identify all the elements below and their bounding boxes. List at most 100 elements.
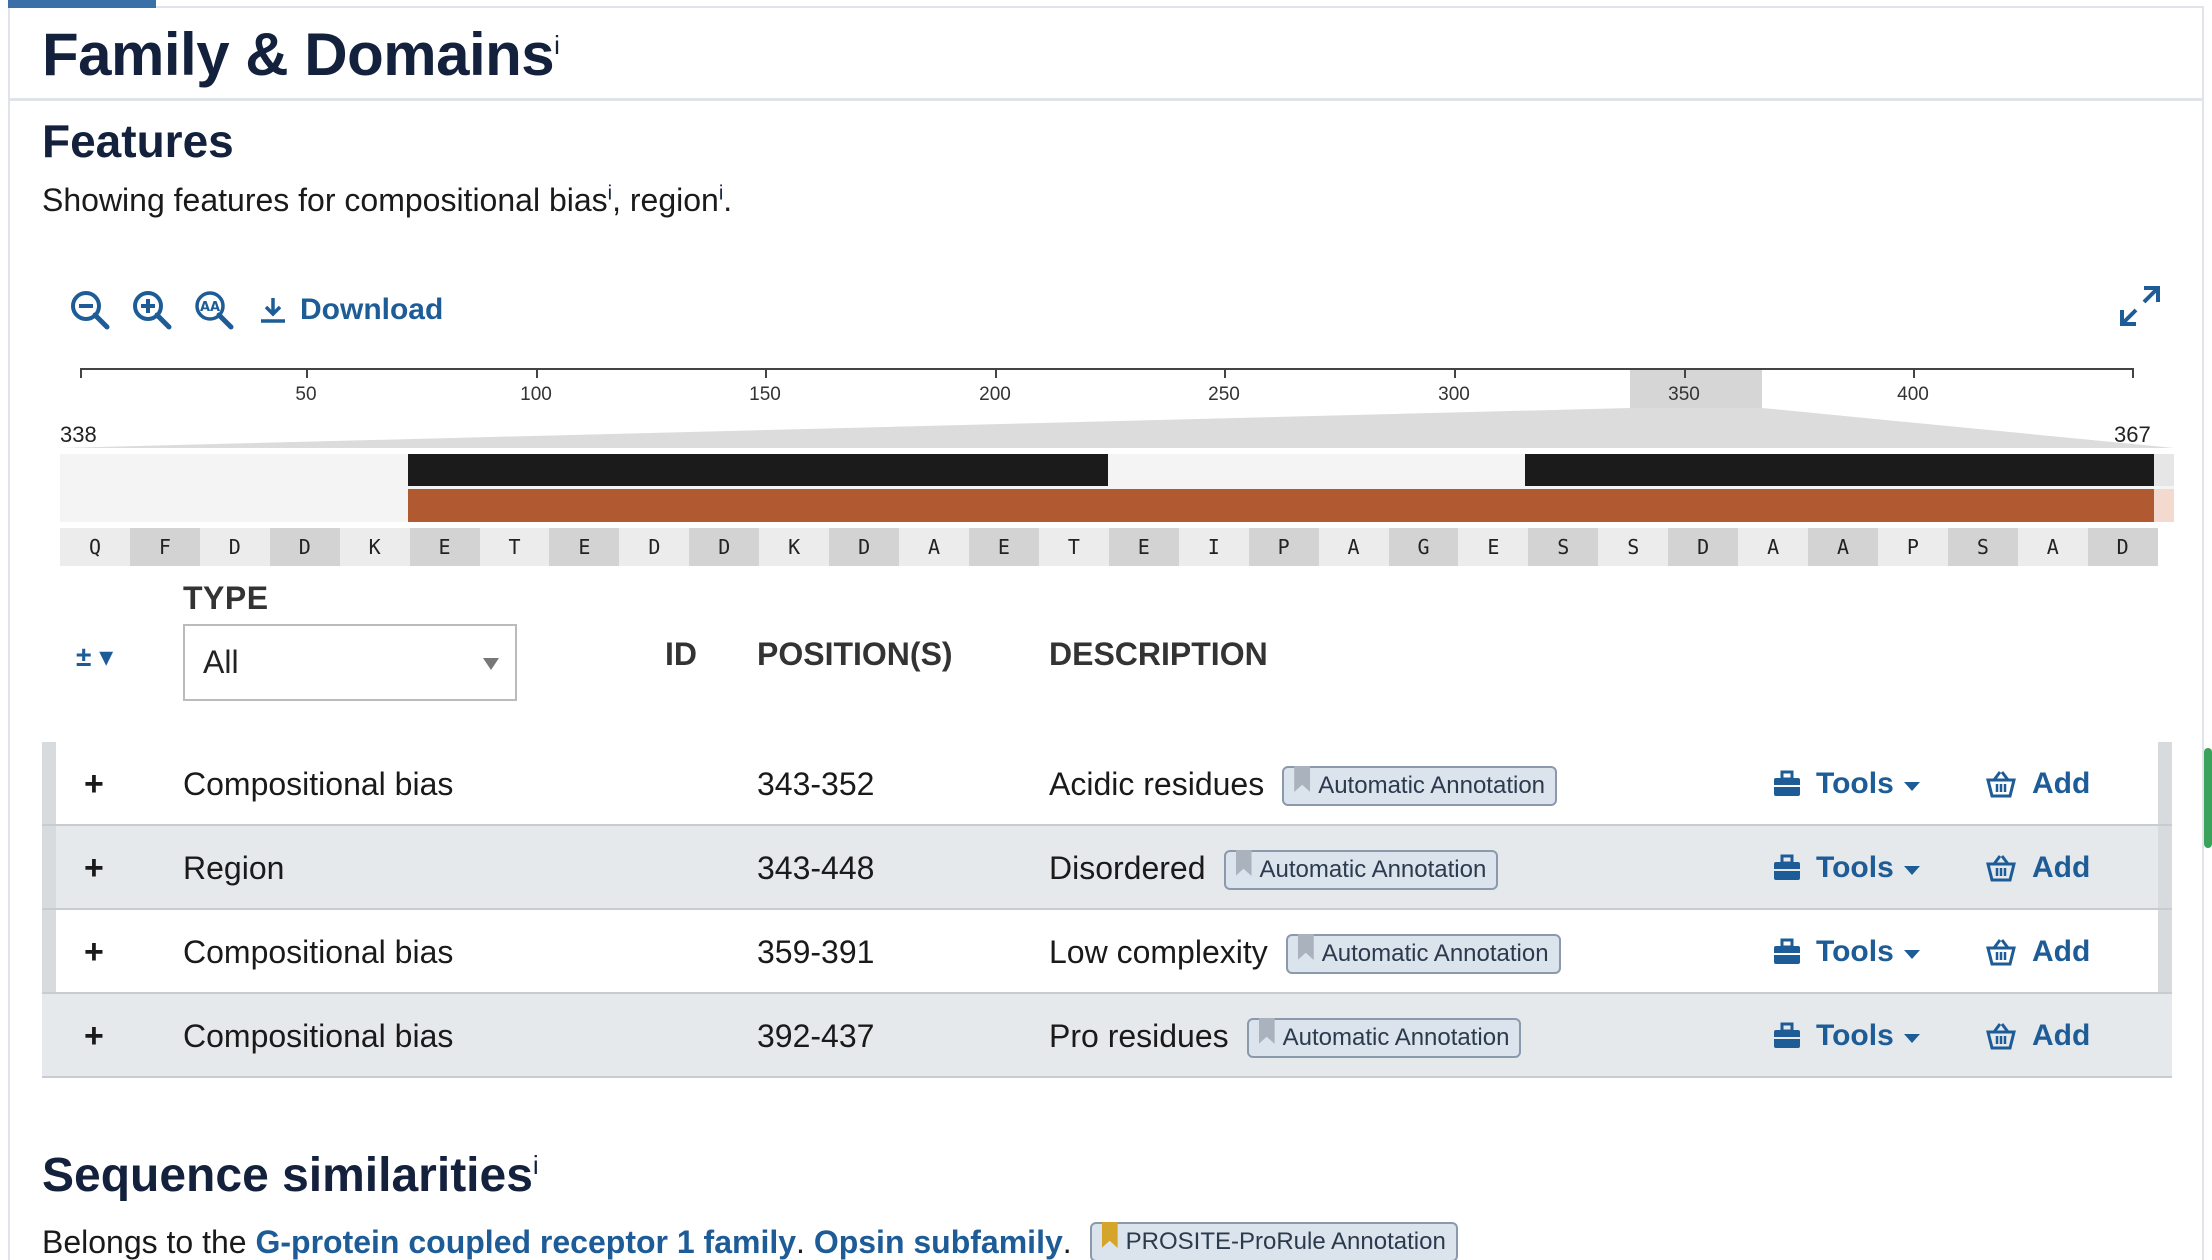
ruler-tick-label: 150 xyxy=(749,384,781,405)
row-type: Compositional bias xyxy=(183,933,454,970)
tools-dropdown[interactable]: Tools xyxy=(1772,994,1920,1078)
add-to-basket-button[interactable]: Add xyxy=(1986,910,2090,994)
evidence-label: Automatic Annotation xyxy=(1321,940,1549,967)
similarities-prefix: Belongs to the xyxy=(42,1223,247,1260)
track-feature-low-complexity[interactable] xyxy=(1525,454,2154,486)
sequence-residue: I xyxy=(1178,528,1249,566)
row-expand-button[interactable]: + xyxy=(84,910,104,994)
sequence-similarities-title: Sequence similarities xyxy=(42,1149,533,1202)
sequence-residue: S xyxy=(1528,528,1599,566)
ruler-tick xyxy=(1913,368,1915,378)
ruler-tick xyxy=(306,368,308,378)
tools-label: Tools xyxy=(1816,851,1894,884)
sequence-residue: D xyxy=(619,528,690,566)
row-position: 343-448 xyxy=(757,849,875,886)
ruler-tick-label: 100 xyxy=(520,384,552,405)
evidence-label: Automatic Annotation xyxy=(1282,1024,1510,1051)
add-to-basket-button[interactable]: Add xyxy=(1986,994,2090,1078)
sequence-track: QFDDKETEDDKDAETEIPAGESSDAAPSAD xyxy=(60,528,2158,566)
add-to-basket-button[interactable]: Add xyxy=(1986,742,2090,826)
row-description-text: Disordered xyxy=(1049,849,1206,886)
row-expand-button[interactable]: + xyxy=(84,994,104,1078)
type-filter-label: TYPE xyxy=(183,580,269,616)
showing-suffix: . xyxy=(723,182,733,218)
sequence-residue: D xyxy=(199,528,270,566)
sequence-residue: P xyxy=(1877,528,1948,566)
bookmark-icon xyxy=(1235,850,1252,876)
ruler-tick xyxy=(1224,368,1226,378)
zoom-out-icon[interactable] xyxy=(66,286,114,334)
zoom-aa-icon[interactable]: AA xyxy=(190,286,238,334)
tools-dropdown[interactable]: Tools xyxy=(1772,742,1920,826)
add-label: Add xyxy=(2032,851,2091,884)
ruler-tick-label: 250 xyxy=(1208,384,1240,405)
bookmark-icon xyxy=(1297,934,1314,960)
row-expand-button[interactable]: + xyxy=(84,826,104,910)
family-link[interactable]: G-protein coupled receptor 1 family xyxy=(255,1224,796,1260)
type-filter-select[interactable]: All xyxy=(183,624,517,701)
table-row: + Compositional bias 343-352 Acidic resi… xyxy=(42,742,2172,826)
row-description-text: Low complexity xyxy=(1049,933,1268,970)
row-description: Acidic residues Automatic Annotation xyxy=(1049,742,1558,826)
sequence-residue: E xyxy=(549,528,620,566)
sequence-residue: S xyxy=(1598,528,1669,566)
ruler-tick-label: 400 xyxy=(1897,384,1929,405)
column-header-description: DESCRIPTION xyxy=(1049,636,1268,672)
row-description-text: Acidic residues xyxy=(1049,765,1265,802)
expand-icon[interactable] xyxy=(2118,284,2162,328)
ruler-axis xyxy=(80,368,2134,370)
evidence-badge[interactable]: Automatic Annotation xyxy=(1223,850,1499,890)
sequence-residue: D xyxy=(689,528,760,566)
caret-down-icon xyxy=(1903,781,1920,791)
bookmark-icon xyxy=(1258,1018,1275,1044)
subfamily-link[interactable]: Opsin subfamily xyxy=(814,1224,1063,1260)
row-description: Low complexity Automatic Annotation xyxy=(1049,910,1561,994)
download-button[interactable]: Download xyxy=(258,293,443,327)
row-type: Region xyxy=(183,849,285,886)
evidence-badge[interactable]: Automatic Annotation xyxy=(1246,1018,1522,1058)
sequence-residue: D xyxy=(829,528,900,566)
sequence-residue: E xyxy=(1458,528,1529,566)
ruler-tick-label: 200 xyxy=(979,384,1011,405)
track-feature-acidic-residues[interactable] xyxy=(408,454,1108,486)
info-marker[interactable]: i xyxy=(533,1150,539,1180)
row-position: 343-352 xyxy=(757,765,875,802)
sequence-residue: A xyxy=(1738,528,1809,566)
showing-separator: , xyxy=(612,182,630,218)
svg-text:AA: AA xyxy=(200,300,220,315)
features-heading: Features xyxy=(42,115,234,167)
sequence-residue: A xyxy=(2017,528,2088,566)
section-title: Family & Domainsi xyxy=(42,20,560,89)
sequence-residue: E xyxy=(409,528,480,566)
row-description-text: Pro residues xyxy=(1049,1017,1229,1054)
row-type: Compositional bias xyxy=(183,765,454,802)
evidence-badge[interactable]: Automatic Annotation xyxy=(1282,766,1558,806)
zoom-in-icon[interactable] xyxy=(128,286,176,334)
tools-label: Tools xyxy=(1816,935,1894,968)
bookmark-icon xyxy=(1294,766,1311,792)
track-feature-region-disordered[interactable] xyxy=(408,489,2154,522)
caret-down-icon xyxy=(1903,949,1920,959)
evidence-badge[interactable]: Automatic Annotation xyxy=(1285,934,1561,974)
row-side-bar xyxy=(42,742,56,824)
sequence-similarities-text: Belongs to the G-protein coupled recepto… xyxy=(42,1222,1458,1260)
expand-all-toggle[interactable]: ± ▾ xyxy=(76,640,113,673)
title-divider xyxy=(8,98,2204,101)
sequence-residue: T xyxy=(1038,528,1109,566)
tools-dropdown[interactable]: Tools xyxy=(1772,910,1920,994)
tools-dropdown[interactable]: Tools xyxy=(1772,826,1920,910)
evidence-badge[interactable]: PROSITE-ProRule Annotation xyxy=(1089,1222,1458,1260)
sequence-residue: D xyxy=(2087,528,2158,566)
row-expand-button[interactable]: + xyxy=(84,742,104,826)
sequence-residue: K xyxy=(339,528,410,566)
info-marker[interactable]: i xyxy=(554,30,560,60)
table-row: + Region 343-448 Disordered Automatic Ann… xyxy=(42,826,2172,910)
toolbox-icon xyxy=(1774,1022,1800,1048)
sequence-residue: E xyxy=(968,528,1039,566)
bookmark-icon xyxy=(1101,1222,1118,1248)
ruler-tick xyxy=(1454,368,1456,378)
ruler-tick xyxy=(995,368,997,378)
row-side-bar xyxy=(2158,826,2172,908)
add-to-basket-button[interactable]: Add xyxy=(1986,826,2090,910)
track-feature-edge xyxy=(2154,489,2174,522)
